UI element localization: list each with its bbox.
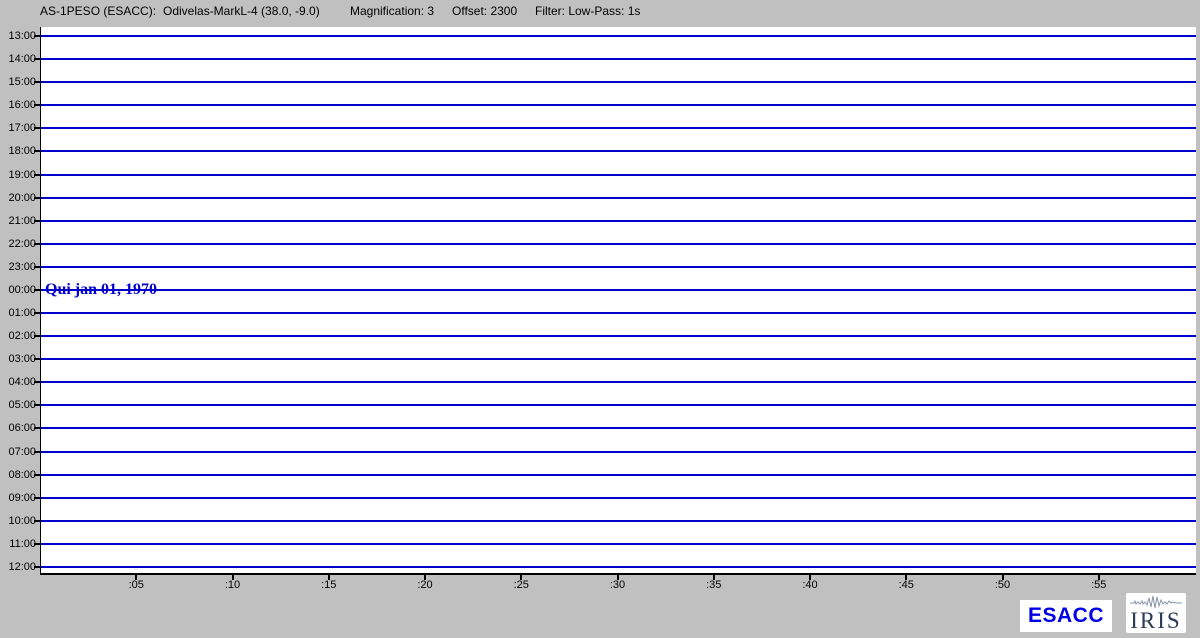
- hour-label: 09:00: [0, 492, 36, 505]
- hour-trace-line: [41, 543, 1196, 545]
- minute-tick-label: :10: [213, 579, 253, 591]
- hour-trace-line: [41, 220, 1196, 222]
- hour-trace-line: [41, 58, 1196, 60]
- minute-tick-label: :45: [886, 579, 926, 591]
- esacc-logo-text: ESACC: [1028, 604, 1104, 627]
- filter-label: Filter: Low-Pass: 1s: [535, 4, 640, 18]
- hour-label: 15:00: [0, 76, 36, 89]
- hour-label: 19:00: [0, 169, 36, 182]
- hour-trace-line: [41, 474, 1196, 476]
- hour-label: 13:00: [0, 30, 36, 43]
- minute-tick-label: :20: [405, 579, 445, 591]
- hour-label: 06:00: [0, 422, 36, 435]
- iris-logo: IRIS: [1126, 593, 1186, 633]
- hour-trace-line: [41, 335, 1196, 337]
- hour-label: 16:00: [0, 99, 36, 112]
- hour-label: 23:00: [0, 261, 36, 274]
- esacc-logo: ESACC: [1020, 600, 1112, 632]
- hour-trace-line: [41, 451, 1196, 453]
- hour-label: 03:00: [0, 353, 36, 366]
- minute-tick-label: :25: [501, 579, 541, 591]
- minute-tick-label: :30: [598, 579, 638, 591]
- hour-label: 07:00: [0, 446, 36, 459]
- sensor-label: Odivelas-MarkL-4 (38.0, -9.0): [163, 4, 320, 18]
- hour-trace-line: [41, 566, 1196, 568]
- hour-label: 08:00: [0, 469, 36, 482]
- minute-tick-label: :50: [983, 579, 1023, 591]
- hour-trace-line: [41, 289, 1196, 291]
- iris-logo-text: IRIS: [1130, 608, 1181, 633]
- hour-trace-line: [41, 243, 1196, 245]
- minute-tick-label: :55: [1079, 579, 1119, 591]
- hour-trace-line: [41, 358, 1196, 360]
- hour-trace-line: [41, 404, 1196, 406]
- minute-tick-label: :35: [694, 579, 734, 591]
- hour-label: 10:00: [0, 515, 36, 528]
- hour-label: 18:00: [0, 145, 36, 158]
- hour-label: 21:00: [0, 215, 36, 228]
- hour-label: 22:00: [0, 238, 36, 251]
- hour-trace-line: [41, 81, 1196, 83]
- hour-label: 04:00: [0, 376, 36, 389]
- minute-tick-label: :05: [116, 579, 156, 591]
- hour-trace-line: [41, 104, 1196, 106]
- hour-trace-line: [41, 127, 1196, 129]
- hour-label: 20:00: [0, 192, 36, 205]
- hour-label: 00:00: [0, 284, 36, 297]
- hour-label: 05:00: [0, 399, 36, 412]
- iris-logo-graphic: IRIS: [1126, 593, 1186, 633]
- magnification-label: Magnification: 3: [350, 4, 434, 18]
- hour-label: 01:00: [0, 307, 36, 320]
- iris-waveform-icon: [1130, 596, 1182, 608]
- hour-trace-line: [41, 35, 1196, 37]
- hour-label: 17:00: [0, 122, 36, 135]
- hour-trace-line: [41, 197, 1196, 199]
- hour-trace-line: [41, 312, 1196, 314]
- station-label: AS-1PESO (ESACC):: [40, 4, 156, 18]
- offset-label: Offset: 2300: [452, 4, 517, 18]
- hour-label: 14:00: [0, 53, 36, 66]
- hour-trace-line: [41, 520, 1196, 522]
- amaseis-helicorder-window: { "header": { "station": "AS-1PESO (ESAC…: [0, 0, 1200, 638]
- hour-trace-line: [41, 174, 1196, 176]
- hour-trace-line: [41, 381, 1196, 383]
- hour-trace-line: [41, 150, 1196, 152]
- minute-tick-label: :15: [309, 579, 349, 591]
- hour-label: 11:00: [0, 538, 36, 551]
- hour-trace-line: [41, 497, 1196, 499]
- hour-label: 02:00: [0, 330, 36, 343]
- hour-trace-line: [41, 266, 1196, 268]
- helicorder-plot-area[interactable]: Qui jan 01, 1970: [40, 27, 1196, 575]
- hour-label: 12:00: [0, 561, 36, 574]
- minute-tick-label: :40: [790, 579, 830, 591]
- hour-trace-line: [41, 427, 1196, 429]
